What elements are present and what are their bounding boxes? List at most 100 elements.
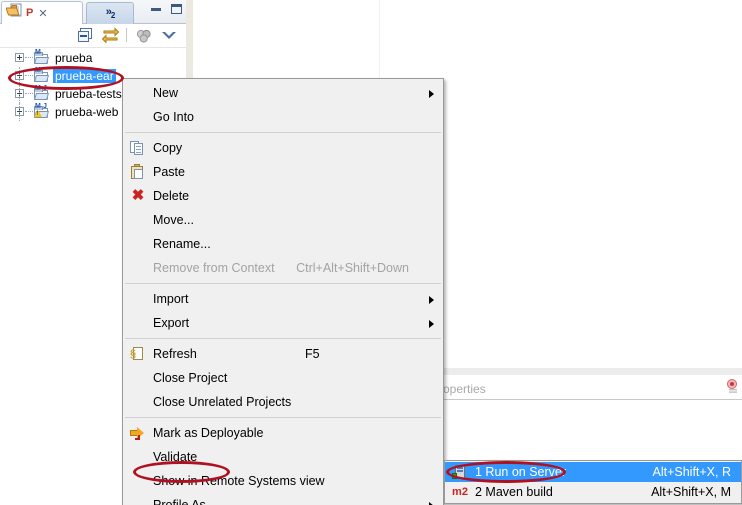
submenu-item-run-on-server[interactable]: 1 Run on Server Alt+Shift+X, R <box>445 462 741 482</box>
link-with-editor-icon[interactable] <box>101 27 120 44</box>
menu-label: Move... <box>153 213 194 227</box>
explorer-toolbar <box>0 24 186 48</box>
minimize-icon[interactable] <box>151 7 161 11</box>
tree-item-label: prueba-web <box>55 105 119 119</box>
menu-label: Refresh <box>153 347 197 361</box>
submenu-label: 1 Run on Server <box>475 465 567 479</box>
menu-label: Validate <box>153 450 198 464</box>
submenu-item-maven-build[interactable]: m2 2 Maven build Alt+Shift+X, M <box>445 482 741 502</box>
menu-label: Import <box>153 292 189 306</box>
menu-item-export[interactable]: Export <box>123 311 443 335</box>
tab-project-explorer-label: P <box>26 7 34 19</box>
tree-connector-vertical <box>19 67 20 85</box>
menu-separator <box>125 283 441 284</box>
menu-item-validate[interactable]: Validate <box>123 445 443 469</box>
maven-badge: M <box>35 49 41 56</box>
menu-item-move[interactable]: Move... <box>123 208 443 232</box>
run-as-submenu: 1 Run on Server Alt+Shift+X, R m2 2 Mave… <box>444 460 742 504</box>
project-explorer-icon <box>5 3 23 23</box>
menu-separator <box>125 132 441 133</box>
menu-item-close-project[interactable]: Close Project <box>123 366 443 390</box>
tree-connector <box>25 93 33 94</box>
error-log-icon[interactable] <box>726 379 740 399</box>
menu-label: Rename... <box>153 237 211 251</box>
menu-label: Close Project <box>153 371 228 385</box>
chevron-right-icon <box>429 90 434 98</box>
menu-separator <box>125 338 441 339</box>
tree-row[interactable]: M prueba <box>0 49 186 67</box>
menu-accelerator: F5 <box>305 347 320 361</box>
menu-label: Delete <box>153 189 190 203</box>
menu-item-import[interactable]: Import <box>123 287 443 311</box>
menu-item-close-unrelated-projects[interactable]: Close Unrelated Projects <box>123 390 443 414</box>
tree-item-label: prueba <box>55 51 93 65</box>
menu-item-go-into[interactable]: Go Into <box>123 105 443 129</box>
tree-item-label: prueba-ear <box>53 69 116 83</box>
focus-on-active-task-icon[interactable] <box>136 29 152 43</box>
menu-item-rename[interactable]: Rename... <box>123 232 443 256</box>
menu-label: Go Into <box>153 110 194 124</box>
menu-item-show-in-remote-systems-view[interactable]: Show in Remote Systems view <box>123 469 443 493</box>
menu-item-profile-as[interactable]: Profile As <box>123 493 443 505</box>
java-badge: J <box>43 85 47 92</box>
submenu-accelerator: Alt+Shift+X, R <box>652 465 731 479</box>
maximize-icon[interactable] <box>171 4 182 14</box>
submenu-accelerator: Alt+Shift+X, M <box>651 485 731 499</box>
view-window-buttons <box>151 4 182 14</box>
maven-badge: M <box>35 103 41 110</box>
tab-project-explorer[interactable]: P ✕ <box>1 1 83 24</box>
tree-connector <box>25 57 33 58</box>
menu-accelerator: Ctrl+Alt+Shift+Down <box>296 261 409 275</box>
chevron-right-icon <box>429 296 434 304</box>
project-folder-icon: M J <box>33 103 50 119</box>
maven-badge: M <box>35 85 41 92</box>
java-badge: J <box>43 103 47 110</box>
collapse-all-icon[interactable] <box>78 28 93 43</box>
menu-item-remove-from-context: Remove from Context Ctrl+Alt+Shift+Down <box>123 256 443 280</box>
project-folder-icon: M <box>33 67 50 83</box>
chevron-right-icon <box>429 320 434 328</box>
chevron-overflow-icon: »2 <box>106 6 116 21</box>
menu-label: Profile As <box>153 498 206 505</box>
run-on-server-icon <box>452 464 468 480</box>
menu-label: Show in Remote Systems view <box>153 474 325 488</box>
menu-item-new[interactable]: New <box>123 81 443 105</box>
tree-connector-vertical <box>19 85 20 103</box>
submenu-label: 2 Maven build <box>475 485 553 499</box>
view-menu-icon[interactable] <box>162 32 176 39</box>
menu-label: New <box>153 86 179 100</box>
copy-icon <box>130 140 146 156</box>
tab-overflow-chevron[interactable]: »2 <box>86 2 134 24</box>
overflow-count: 2 <box>110 11 116 21</box>
expand-icon[interactable] <box>15 53 24 62</box>
refresh-icon: § <box>130 346 146 362</box>
menu-item-paste[interactable]: Paste <box>123 160 443 184</box>
delete-icon: ✖ <box>131 187 145 204</box>
toolbar-separator <box>126 28 127 42</box>
menu-label: Mark as Deployable <box>153 426 264 440</box>
menu-item-refresh[interactable]: § Refresh F5 <box>123 342 443 366</box>
tree-item-label: prueba-tests <box>55 87 122 101</box>
maven-badge: M <box>35 67 41 74</box>
context-menu: New Go Into Copy Paste ✖ Delete Move... <box>122 78 444 505</box>
menu-item-mark-as-deployable[interactable]: Mark as Deployable <box>123 421 443 445</box>
tree-connector <box>25 75 33 76</box>
explorer-tabstrip: P ✕ »2 <box>0 0 186 24</box>
tree-connector <box>25 111 33 112</box>
eclipse-window: ents Servers ✕ <box>0 0 742 505</box>
menu-label: Copy <box>153 141 183 155</box>
project-folder-icon: M J <box>33 85 50 101</box>
menu-separator <box>125 417 441 418</box>
warning-badge-icon <box>34 110 42 117</box>
m2-icon: m2 <box>452 486 468 498</box>
menu-label: Paste <box>153 165 185 179</box>
menu-item-delete[interactable]: ✖ Delete <box>123 184 443 208</box>
close-icon[interactable]: ✕ <box>38 7 47 20</box>
menu-label: Remove from Context <box>153 261 275 275</box>
tree-connector-vertical <box>19 103 20 121</box>
menu-label: Export <box>153 316 190 330</box>
paste-icon <box>130 164 146 180</box>
menu-label: Close Unrelated Projects <box>153 395 292 409</box>
project-folder-icon: M <box>33 49 50 65</box>
menu-item-copy[interactable]: Copy <box>123 136 443 160</box>
